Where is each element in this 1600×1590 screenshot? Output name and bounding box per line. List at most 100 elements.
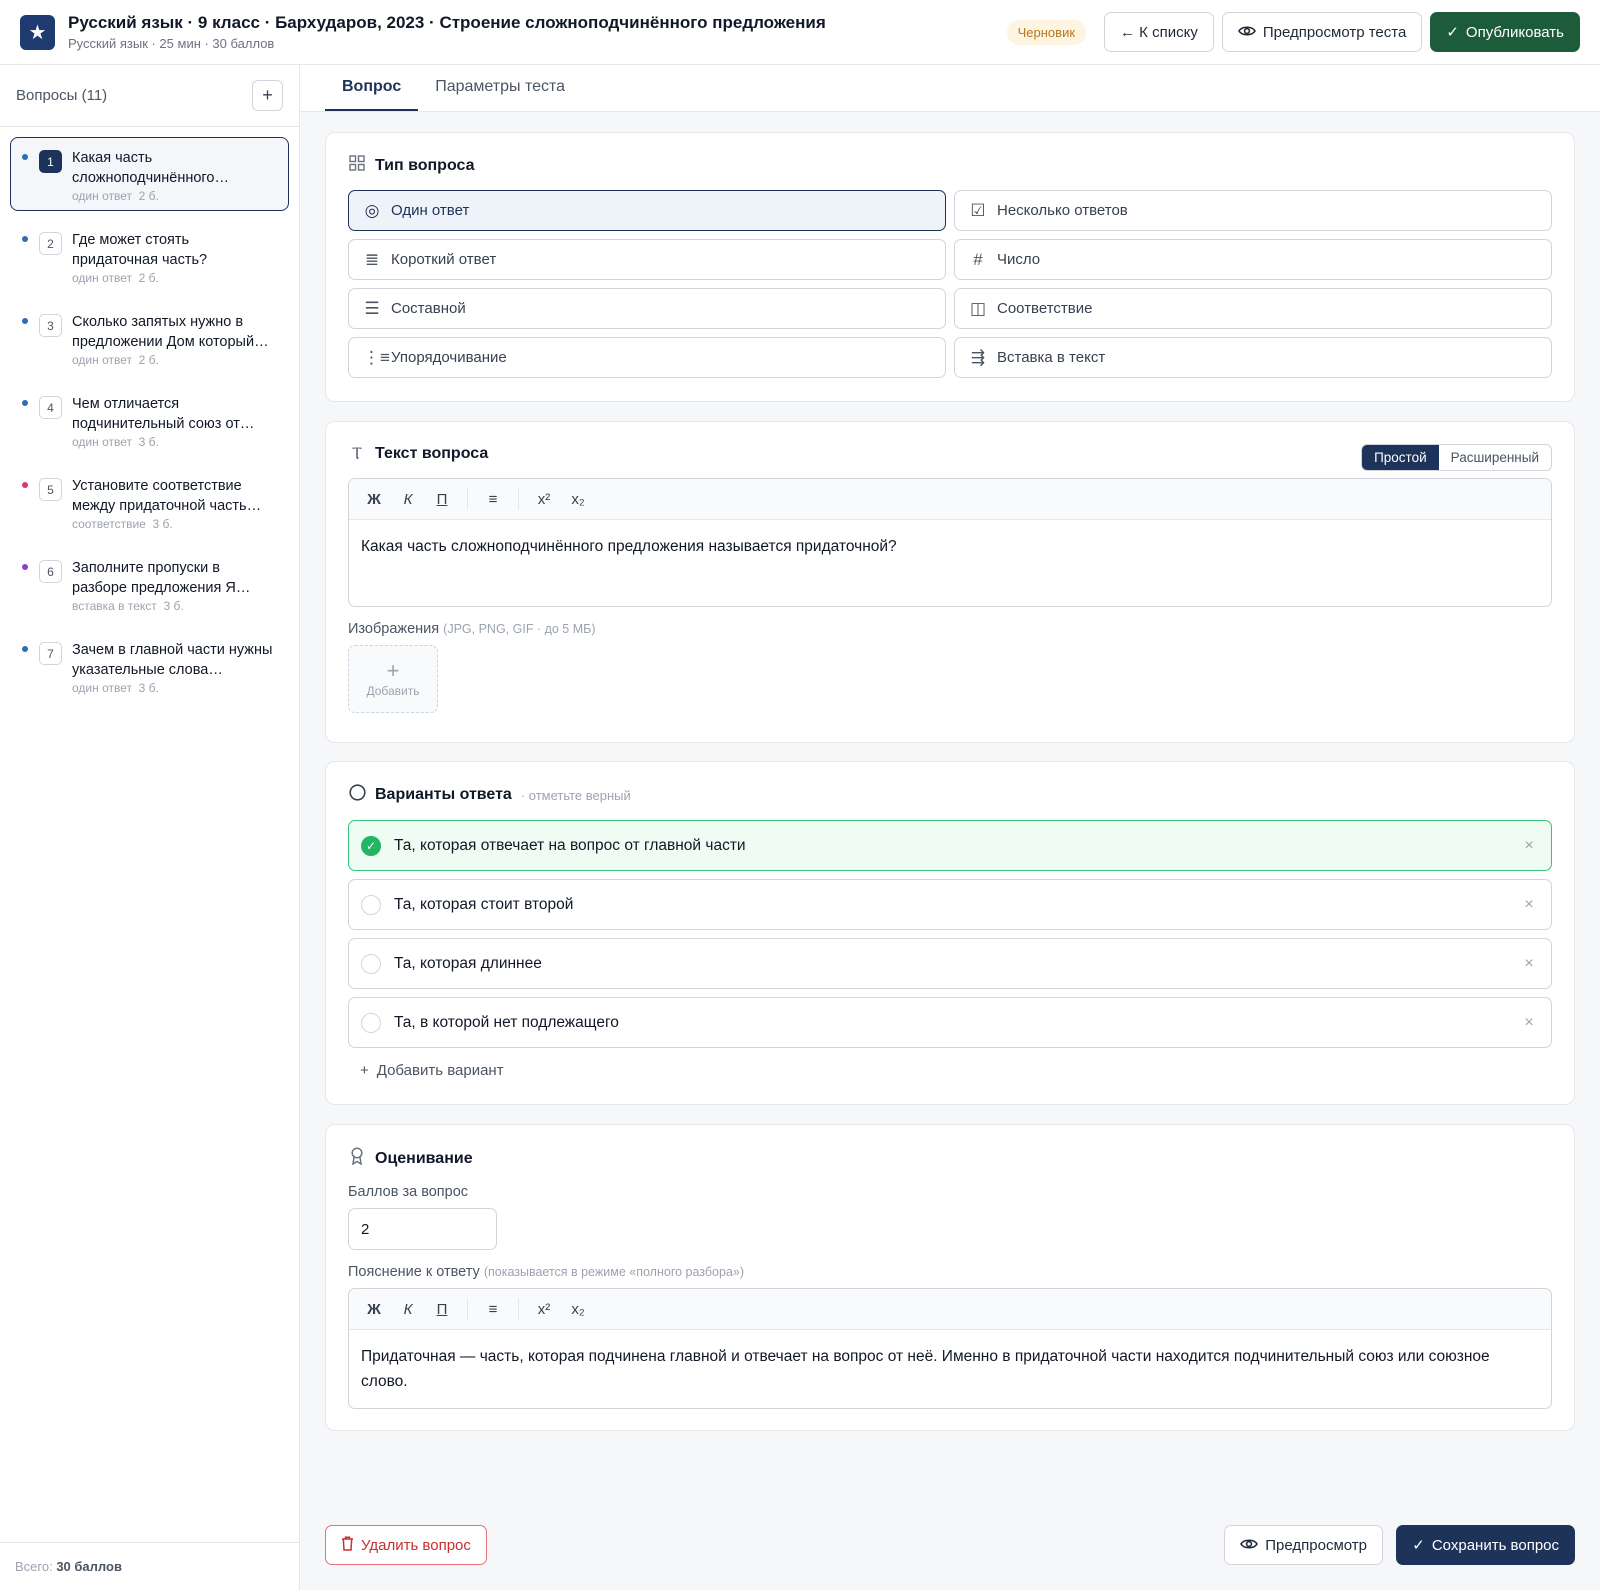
- answer-options: ✓ Та, которая отвечает на вопрос от главн…: [348, 820, 1552, 1048]
- publish-button[interactable]: ✓ Опубликовать: [1430, 12, 1580, 52]
- toolbar-divider: [467, 488, 468, 510]
- add-option-button[interactable]: + Добавить вариант: [348, 1056, 1552, 1085]
- check-icon: ✓: [1446, 24, 1459, 41]
- publish-label: Опубликовать: [1465, 23, 1564, 41]
- question-list-item[interactable]: 1 Какая часть сложноподчинённого… один отв…: [10, 137, 289, 211]
- superscript-button[interactable]: x²: [529, 485, 559, 513]
- correct-answer-radio[interactable]: [361, 894, 381, 915]
- explanation-input[interactable]: Придаточная — часть, которая подчинена г…: [349, 1330, 1551, 1408]
- question-type-label: соответствие: [72, 517, 146, 531]
- underline-button[interactable]: П: [427, 1295, 457, 1323]
- type-option-fill-in-text[interactable]: ⇶ Вставка в текст: [954, 337, 1552, 378]
- tabs: Вопрос Параметры теста: [300, 65, 1600, 112]
- type-option-short-answer[interactable]: ≣ Короткий ответ: [348, 239, 946, 280]
- preview-test-label: Предпросмотр теста: [1262, 23, 1407, 41]
- question-type-label: один ответ: [72, 681, 132, 695]
- underline-button[interactable]: П: [427, 485, 457, 513]
- question-type-dot: [22, 318, 28, 324]
- compound-icon: ☰: [364, 298, 380, 318]
- question-type-dot: [22, 400, 28, 406]
- question-list-item[interactable]: 2 Где может стоять придаточная часть? один…: [10, 219, 289, 293]
- list-button[interactable]: ≡: [478, 1295, 508, 1323]
- answer-option-text[interactable]: Та, которая стоит второй: [394, 896, 1519, 914]
- question-points: 2 б.: [138, 353, 159, 367]
- question-type-dot: [22, 564, 28, 570]
- question-number: 2: [39, 232, 62, 255]
- tab-test-settings[interactable]: Параметры теста: [418, 65, 582, 111]
- correct-answer-radio[interactable]: [361, 1012, 381, 1033]
- points-input[interactable]: [348, 1208, 497, 1250]
- question-text-input[interactable]: Какая часть сложноподчинённого предложен…: [349, 520, 1551, 606]
- question-list-item[interactable]: 3 Сколько запятых нужно в предложении Дом…: [10, 301, 289, 375]
- remove-option-icon[interactable]: ×: [1519, 837, 1539, 855]
- remove-option-icon[interactable]: ×: [1519, 896, 1539, 914]
- superscript-button[interactable]: x²: [529, 1295, 559, 1323]
- answer-option-text[interactable]: Та, которая длиннее: [394, 955, 1519, 973]
- question-text-card: Ⲧ Текст вопроса Простой Расширенный Ж К …: [325, 421, 1575, 743]
- question-list-item[interactable]: 6 Заполните пропуски в разборе предложени…: [10, 547, 289, 621]
- plus-icon: +: [360, 1062, 369, 1079]
- type-option-matching[interactable]: ◫ Соответствие: [954, 288, 1552, 329]
- plus-icon: +: [386, 657, 400, 683]
- question-meta: вставка в текст 3 б.: [72, 599, 278, 613]
- circle-icon: [348, 784, 366, 806]
- subscript-button[interactable]: x₂: [563, 485, 593, 513]
- answer-option: Та, в которой нет подлежащего ×: [348, 997, 1552, 1048]
- award-icon: [348, 1147, 366, 1170]
- answer-option-text[interactable]: Та, в которой нет подлежащего: [394, 1014, 1519, 1032]
- page-title: Русский язык · 9 класс · Бархударов, 202…: [68, 13, 826, 32]
- multiple-choice-icon: ☑: [970, 200, 986, 220]
- editor-toolbar: Ж К П ≡ x² x₂: [349, 1289, 1551, 1330]
- explanation-label: Пояснение к ответу: [348, 1264, 480, 1280]
- correct-answer-radio[interactable]: [361, 953, 381, 974]
- mode-extended-button[interactable]: Расширенный: [1439, 445, 1551, 470]
- preview-test-button[interactable]: Предпросмотр теста: [1221, 12, 1423, 52]
- type-option-number[interactable]: # Число: [954, 239, 1552, 280]
- italic-button[interactable]: К: [393, 1295, 423, 1323]
- total-label: Всего:: [15, 1559, 53, 1574]
- bold-button[interactable]: Ж: [359, 1295, 389, 1323]
- tab-question[interactable]: Вопрос: [325, 65, 419, 111]
- questions-count-label: Вопросы (11): [16, 87, 108, 104]
- type-option-label: Число: [997, 251, 1041, 268]
- question-title: Установите соответствие между придаточно…: [72, 478, 262, 514]
- text-icon: Ⲧ: [351, 444, 363, 463]
- save-question-button[interactable]: ✓ Сохранить вопрос: [1396, 1525, 1575, 1565]
- images-hint: (JPG, PNG, GIF · до 5 МБ): [443, 622, 596, 636]
- question-list-item[interactable]: 7 Зачем в главной части нужны указательны…: [10, 629, 289, 703]
- remove-option-icon[interactable]: ×: [1519, 1014, 1539, 1032]
- preview-button[interactable]: Предпросмотр: [1224, 1525, 1383, 1565]
- type-option-multiple-choice[interactable]: ☑ Несколько ответов: [954, 190, 1552, 231]
- mode-simple-button[interactable]: Простой: [1362, 445, 1439, 470]
- add-question-button[interactable]: +: [252, 80, 283, 111]
- type-option-ordering[interactable]: ⋮≡ Упорядочивание: [348, 337, 946, 378]
- bold-button[interactable]: Ж: [359, 485, 389, 513]
- correct-answer-radio[interactable]: ✓: [361, 835, 381, 856]
- sidebar-footer: Всего: 30 баллов: [0, 1542, 299, 1590]
- type-option-single-choice[interactable]: ◎ Один ответ: [348, 190, 946, 231]
- check-icon: ✓: [1412, 1537, 1425, 1554]
- sidebar-header: Вопросы (11) +: [0, 65, 299, 127]
- answer-option-text[interactable]: Та, которая отвечает на вопрос от главно…: [394, 837, 1519, 855]
- type-option-label: Соответствие: [997, 300, 1093, 317]
- answer-option: Та, которая стоит второй ×: [348, 879, 1552, 930]
- grading-card: Оценивание Баллов за вопрос Пояснение к …: [325, 1124, 1575, 1431]
- remove-option-icon[interactable]: ×: [1519, 955, 1539, 973]
- question-list-item[interactable]: 5 Установите соответствие между придаточн…: [10, 465, 289, 539]
- question-type-dot: [22, 646, 28, 652]
- list-button[interactable]: ≡: [478, 485, 508, 513]
- add-image-button[interactable]: + Добавить: [348, 645, 438, 713]
- images-label-row: Изображения (JPG, PNG, GIF · до 5 МБ): [348, 621, 1552, 637]
- question-list-item[interactable]: 4 Чем отличается подчинительный союз от… о…: [10, 383, 289, 457]
- question-title: Где может стоять придаточная часть?: [72, 232, 208, 268]
- number-icon: #: [973, 249, 983, 269]
- subscript-button[interactable]: x₂: [563, 1295, 593, 1323]
- question-meta: один ответ 2 б.: [72, 271, 278, 285]
- type-option-label: Составной: [391, 300, 466, 317]
- delete-question-button[interactable]: Удалить вопрос: [325, 1525, 487, 1565]
- italic-button[interactable]: К: [393, 485, 423, 513]
- question-points: 3 б.: [163, 599, 184, 613]
- question-number: 3: [39, 314, 62, 337]
- type-option-compound[interactable]: ☰ Составной: [348, 288, 946, 329]
- back-to-list-button[interactable]: ← К списку: [1104, 12, 1214, 52]
